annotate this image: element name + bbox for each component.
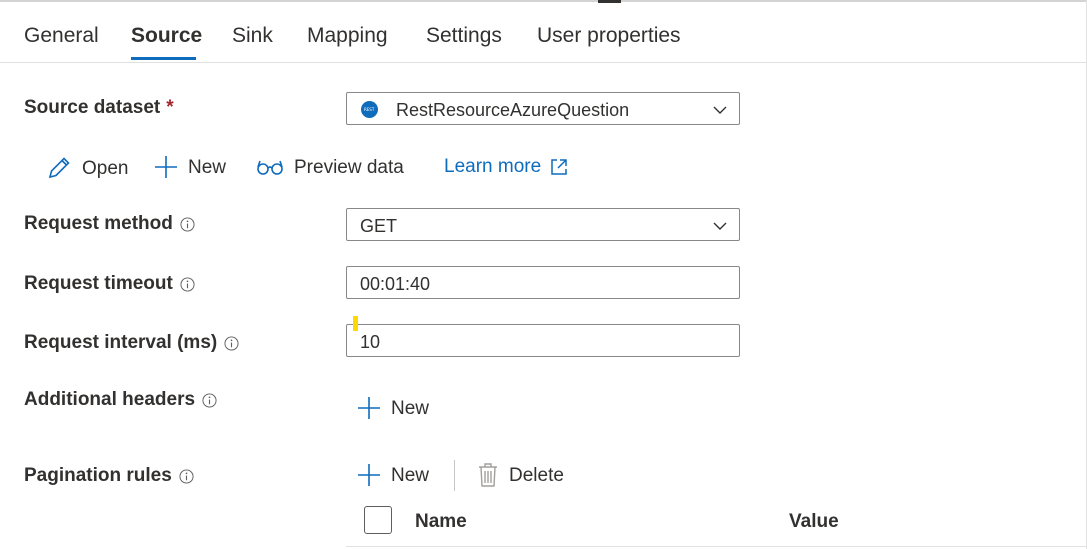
- column-header-name[interactable]: Name: [415, 511, 467, 533]
- info-icon[interactable]: [179, 468, 194, 484]
- additional-headers-label-text: Additional headers: [24, 389, 196, 410]
- new-dataset-button[interactable]: New: [154, 155, 226, 179]
- select-all-checkbox[interactable]: [364, 506, 392, 534]
- glasses-icon: [257, 160, 283, 175]
- learn-more-link[interactable]: Learn more: [444, 156, 579, 178]
- info-icon[interactable]: [180, 276, 195, 292]
- tab-settings[interactable]: Settings: [426, 24, 502, 48]
- request-method-label-text: Request method: [24, 213, 173, 234]
- external-link-icon: [551, 159, 567, 175]
- active-tab-indicator: [131, 57, 196, 60]
- info-icon[interactable]: [202, 392, 217, 408]
- toolbar-divider: [454, 460, 455, 491]
- plus-icon: [358, 464, 380, 486]
- request-method-label: Request method: [24, 213, 195, 235]
- pagination-rules-label-text: Pagination rules: [24, 465, 172, 486]
- source-dataset-dropdown[interactable]: REST RestResourceAzureQuestion: [346, 92, 740, 125]
- request-interval-value: 10: [360, 332, 381, 352]
- add-header-button[interactable]: New: [357, 396, 429, 420]
- new-label: New: [188, 157, 227, 178]
- trash-icon: [479, 463, 497, 487]
- delete-pagination-rule-button[interactable]: Delete: [477, 462, 564, 488]
- tab-sink[interactable]: Sink: [232, 24, 273, 48]
- request-timeout-input[interactable]: 00:01:40: [346, 266, 740, 299]
- tab-user-properties[interactable]: User properties: [537, 24, 681, 48]
- source-dataset-label: Source dataset *: [24, 97, 174, 119]
- tab-general[interactable]: General: [24, 24, 99, 48]
- request-timeout-value: 00:01:40: [360, 274, 431, 294]
- open-button[interactable]: Open: [46, 155, 128, 181]
- pencil-icon: [48, 157, 70, 179]
- table-header-divider: [346, 546, 1087, 547]
- required-marker: *: [166, 97, 174, 118]
- open-label: Open: [82, 158, 129, 179]
- request-timeout-label: Request timeout: [24, 273, 195, 295]
- source-dataset-label-text: Source dataset: [24, 97, 161, 118]
- tab-bar: General Source Sink Mapping Settings Use…: [0, 0, 1087, 63]
- request-interval-label-text: Request interval (ms): [24, 332, 218, 353]
- learn-more-label: Learn more: [444, 156, 542, 177]
- cursor-highlight: [353, 316, 358, 331]
- source-dataset-value: RestResourceAzureQuestion: [396, 100, 630, 120]
- preview-data-button[interactable]: Preview data: [256, 155, 404, 179]
- request-timeout-label-text: Request timeout: [24, 273, 173, 294]
- add-pagination-rule-button[interactable]: New: [357, 463, 429, 487]
- rest-dataset-icon: REST: [361, 101, 378, 118]
- tab-mapping[interactable]: Mapping: [307, 24, 388, 48]
- plus-icon: [155, 156, 177, 178]
- tab-source[interactable]: Source: [131, 24, 202, 48]
- request-method-value: GET: [360, 216, 398, 236]
- add-pagination-rule-label: New: [391, 465, 430, 486]
- plus-icon: [358, 397, 380, 419]
- request-interval-input[interactable]: 10: [346, 324, 740, 357]
- column-header-value[interactable]: Value: [789, 511, 839, 533]
- delete-label: Delete: [509, 465, 564, 486]
- preview-data-label: Preview data: [294, 157, 404, 178]
- pagination-rules-label: Pagination rules: [24, 465, 194, 487]
- chevron-down-icon: [713, 106, 727, 114]
- info-icon[interactable]: [180, 216, 195, 232]
- chevron-down-icon: [713, 222, 727, 230]
- info-icon[interactable]: [224, 335, 239, 351]
- additional-headers-label: Additional headers: [24, 389, 217, 411]
- request-interval-label: Request interval (ms): [24, 332, 239, 354]
- add-header-label: New: [391, 398, 430, 419]
- request-method-dropdown[interactable]: GET: [346, 208, 740, 241]
